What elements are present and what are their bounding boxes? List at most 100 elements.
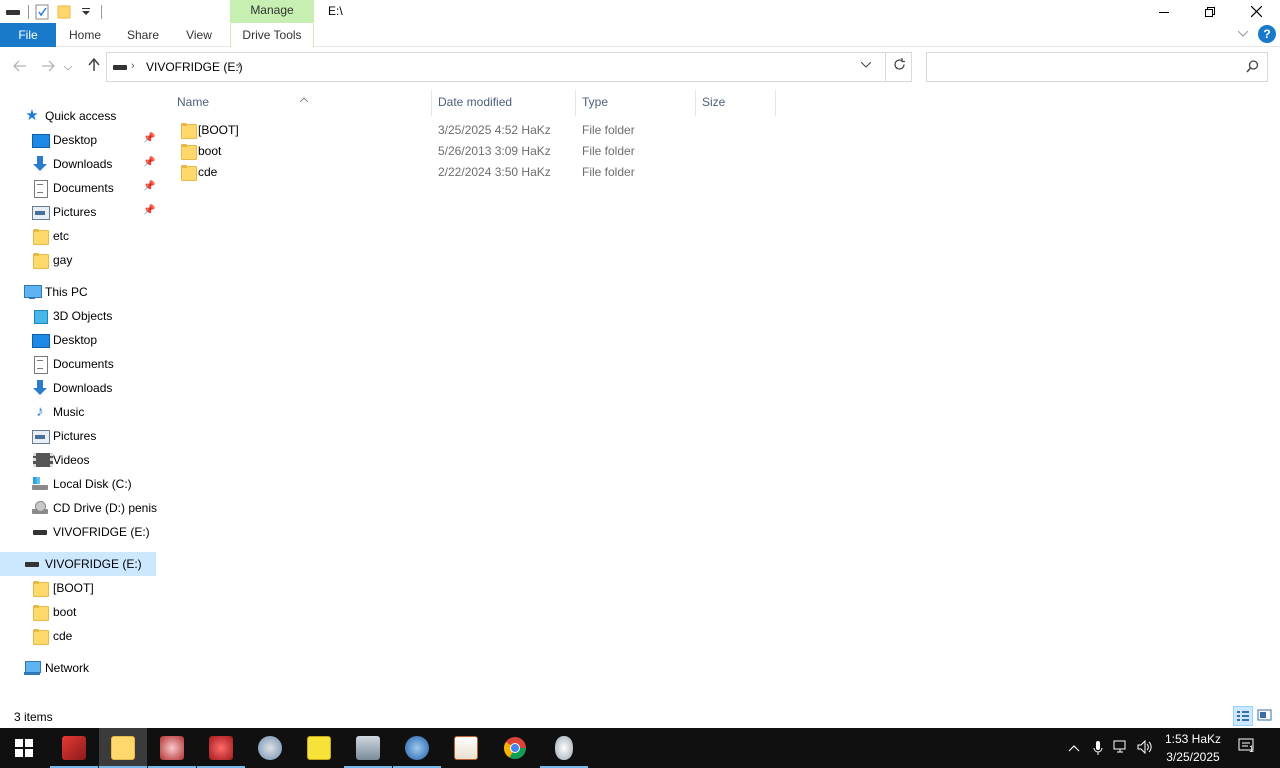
column-header-date[interactable]: Date modified	[432, 90, 576, 116]
taskbar-chrome[interactable]	[491, 728, 539, 768]
folder-icon	[180, 164, 197, 181]
file-row[interactable]: boot 5/26/2013 3:09 HaKz File folder	[174, 141, 934, 162]
nav-pc-videos[interactable]: Videos	[0, 448, 156, 472]
nav-pc-music[interactable]: ♪ Music	[0, 400, 156, 424]
nav-drive-boot[interactable]: boot	[0, 600, 156, 624]
nav-pc-local-disk[interactable]: Local Disk (C:)	[0, 472, 156, 496]
start-button[interactable]	[0, 728, 48, 768]
column-header-size[interactable]: Size	[696, 90, 776, 116]
nav-qa-pictures[interactable]: Pictures 📌	[0, 200, 156, 224]
system-clock[interactable]: 1:53 HaKz 3/25/2025	[1160, 730, 1226, 766]
large-icons-view-button[interactable]	[1256, 706, 1276, 726]
nav-drive-vivofridge[interactable]: VIVOFRIDGE (E:)	[0, 552, 156, 576]
file-list: Name Date modified Type Size [BOOT] 3/25…	[160, 86, 1280, 706]
minimize-button[interactable]	[1141, 0, 1187, 23]
qat-separator	[101, 4, 102, 19]
taskbar-app[interactable]	[246, 728, 294, 768]
app-characters-icon	[160, 736, 184, 760]
properties-icon[interactable]	[33, 3, 51, 21]
nav-qa-etc[interactable]: etc	[0, 224, 156, 248]
spongebob-icon	[307, 736, 331, 760]
taskbar-app[interactable]	[540, 728, 588, 768]
taskbar-app[interactable]	[50, 728, 98, 768]
videos-icon	[32, 452, 53, 468]
nav-label: Documents	[53, 357, 114, 371]
recent-locations-icon[interactable]	[62, 58, 74, 76]
breadcrumb-chevron-icon[interactable]: ›	[131, 60, 135, 72]
nav-pc-vivofridge[interactable]: VIVOFRIDGE (E:)	[0, 520, 156, 544]
search-box[interactable]	[926, 52, 1268, 82]
nav-pc-cd-drive[interactable]: CD Drive (D:) penis	[0, 496, 157, 520]
minimize-icon	[1159, 11, 1169, 13]
taskbar: 1:53 HaKz 3/25/2025 1	[0, 728, 1280, 768]
tab-drive-tools[interactable]: Drive Tools	[230, 23, 314, 47]
refresh-icon[interactable]	[893, 58, 907, 74]
taskbar-app[interactable]	[442, 728, 490, 768]
action-center-button[interactable]: 1	[1236, 738, 1258, 758]
nav-network[interactable]: Network	[0, 656, 156, 680]
nav-this-pc[interactable]: This PC	[0, 280, 156, 304]
nav-qa-desktop[interactable]: Desktop 📌	[0, 128, 156, 152]
nav-pc-desktop[interactable]: Desktop	[0, 328, 156, 352]
folder-icon	[32, 228, 49, 245]
column-label: Size	[702, 95, 726, 109]
taskbar-file-explorer[interactable]	[99, 728, 147, 768]
taskbar-app[interactable]	[295, 728, 343, 768]
new-folder-icon[interactable]	[55, 3, 73, 21]
up-arrow-icon[interactable]	[84, 57, 104, 76]
volume-icon[interactable]	[1137, 739, 1153, 756]
tab-home[interactable]: Home	[60, 23, 110, 47]
nav-label: Pictures	[53, 429, 97, 443]
nav-qa-documents[interactable]: Documents 📌	[0, 176, 156, 200]
tab-file[interactable]: File	[0, 23, 56, 47]
expand-ribbon-icon[interactable]	[1238, 31, 1248, 37]
breadcrumb-chevron-icon[interactable]: ›	[237, 60, 241, 72]
file-row[interactable]: cde 2/22/2024 3:50 HaKz File folder	[174, 162, 934, 183]
nav-pc-pictures[interactable]: Pictures	[0, 424, 156, 448]
back-arrow-icon[interactable]	[10, 58, 30, 76]
restore-button[interactable]	[1187, 0, 1233, 23]
tab-view[interactable]: View	[176, 23, 222, 47]
nav-label: Downloads	[53, 157, 113, 171]
column-header-type[interactable]: Type	[576, 90, 696, 116]
nav-qa-gay[interactable]: gay	[0, 248, 156, 272]
nav-drive-cde[interactable]: cde	[0, 624, 156, 648]
music-icon: ♪	[36, 403, 44, 420]
show-hidden-icons-icon[interactable]	[1066, 740, 1082, 756]
customize-qat-icon[interactable]	[77, 3, 95, 21]
forward-arrow-icon[interactable]	[38, 58, 58, 76]
taskbar-app[interactable]	[393, 728, 441, 768]
nav-pc-3d-objects[interactable]: 3D Objects	[0, 304, 156, 328]
search-input[interactable]	[931, 57, 1231, 77]
details-view-button[interactable]	[1233, 706, 1253, 726]
address-dropdown-icon[interactable]	[860, 60, 877, 71]
network-tray-icon[interactable]	[1113, 740, 1129, 756]
folder-icon	[32, 580, 49, 597]
usb-drive-icon	[32, 524, 48, 540]
help-icon[interactable]: ?	[1258, 25, 1276, 43]
status-bar: 3 items	[0, 706, 1280, 728]
file-row[interactable]: [BOOT] 3/25/2025 4:52 HaKz File folder	[174, 120, 934, 141]
nav-drive-boot-bracket[interactable]: [BOOT]	[0, 576, 156, 600]
tab-share[interactable]: Share	[118, 23, 168, 47]
nav-pc-documents[interactable]: Documents	[0, 352, 156, 376]
column-header-name[interactable]: Name	[160, 90, 432, 116]
nav-quick-access[interactable]: ★ Quick access	[0, 104, 156, 128]
microphone-icon[interactable]	[1090, 740, 1106, 756]
close-button[interactable]	[1233, 0, 1279, 23]
clock-time: 1:53 HaKz	[1164, 732, 1222, 746]
nav-qa-downloads[interactable]: Downloads 📌	[0, 152, 156, 176]
folder-icon	[32, 252, 49, 269]
address-bar[interactable]: › VIVOFRIDGE (E:) ›	[106, 52, 912, 82]
file-date: 5/26/2013 3:09 HaKz	[438, 144, 551, 158]
taskbar-app[interactable]	[148, 728, 196, 768]
column-label: Name	[177, 95, 210, 109]
taskbar-app[interactable]	[197, 728, 245, 768]
nav-label: Local Disk (C:)	[53, 477, 132, 491]
nav-pc-downloads[interactable]: Downloads	[0, 376, 156, 400]
nav-label: Network	[45, 661, 90, 675]
breadcrumb-drive[interactable]: VIVOFRIDGE (E:)	[146, 60, 243, 74]
taskbar-app[interactable]	[344, 728, 392, 768]
search-icon[interactable]	[1246, 60, 1259, 73]
nav-label: gay	[53, 253, 73, 267]
